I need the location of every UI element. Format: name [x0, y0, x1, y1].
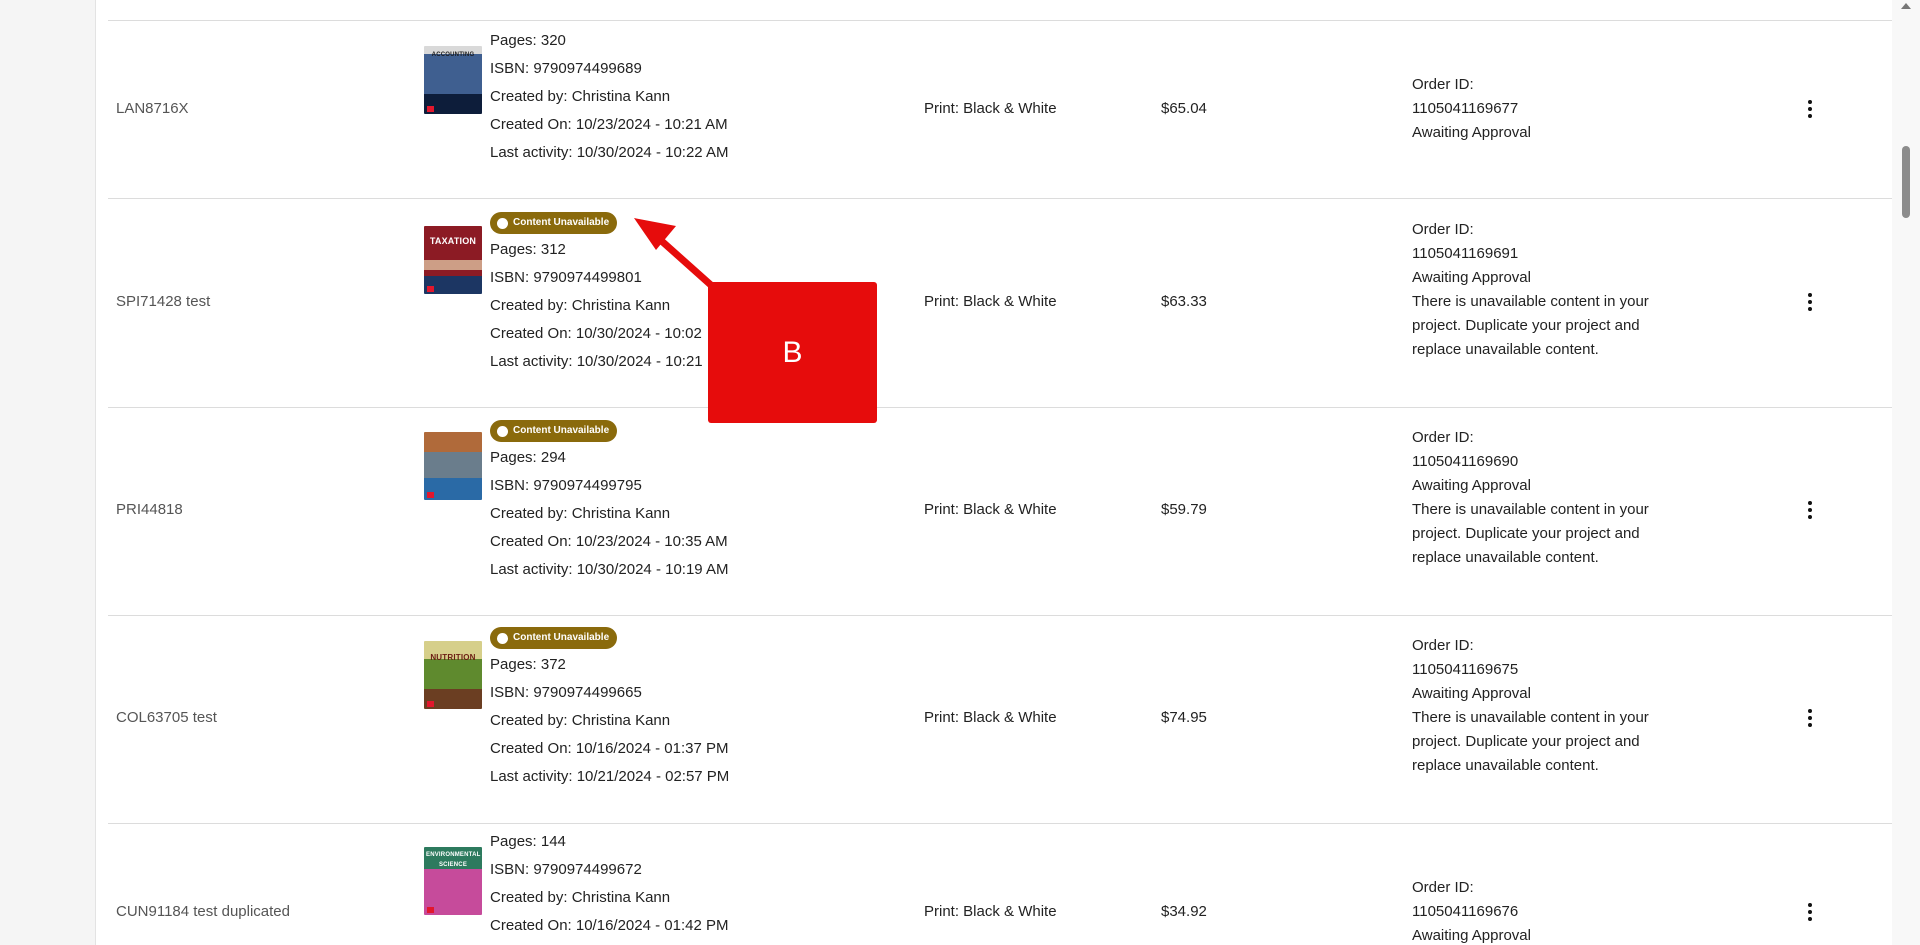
scroll-up-arrow-icon[interactable]	[1901, 3, 1911, 9]
annotation-arrow	[634, 218, 716, 290]
scrollbar-thumb[interactable]	[1902, 146, 1910, 218]
vertical-scrollbar[interactable]	[1892, 0, 1920, 945]
annotation-label: B	[708, 282, 877, 423]
